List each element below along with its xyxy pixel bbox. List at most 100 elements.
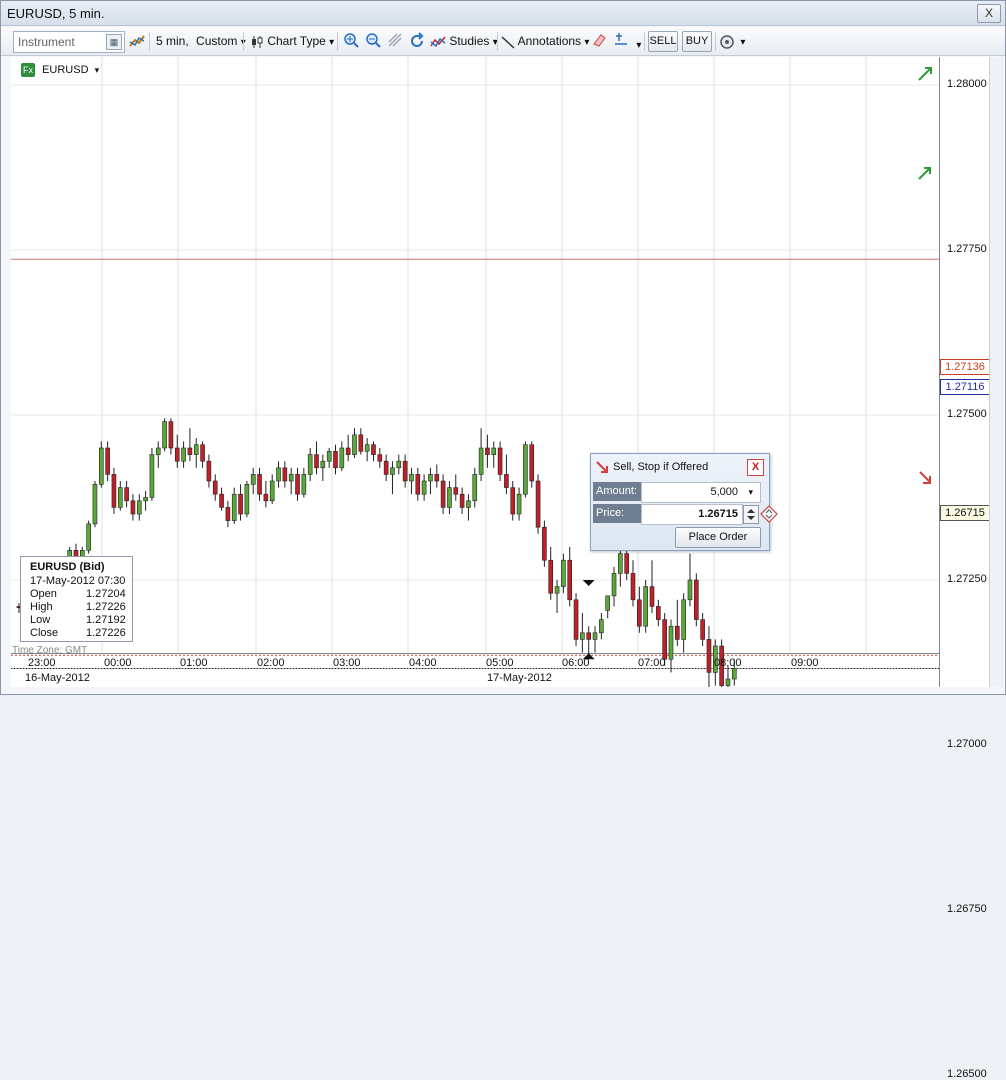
x-axis-tick-label: 23:00 [28,657,56,669]
candle-body [86,523,91,551]
chart-area[interactable] [11,57,1005,687]
chevron-down-icon[interactable]: ▾ [748,483,753,502]
candle-body [681,599,686,640]
zoom-in-icon[interactable] [343,32,359,51]
candle-body [149,454,155,498]
candle-body [409,474,414,482]
candle-body [491,447,497,455]
buy-button[interactable]: BUY [682,31,712,52]
candle-body [358,434,364,452]
trend-up-icon[interactable] [917,66,935,85]
eraser-icon[interactable] [591,32,607,51]
zoom-out-icon[interactable] [365,32,381,51]
candle-body [212,480,218,495]
candle-body [605,595,610,611]
studies-dropdown[interactable]: Studies ▾ [430,32,498,51]
window-title: EURUSD, 5 min. [7,6,105,21]
price-field[interactable]: 1.26715 [641,504,743,525]
candle-body [181,447,186,462]
settings-dropdown[interactable]: ▾ [719,32,745,51]
candle-body [143,497,148,502]
y-axis-tick-label: 1.27750 [947,243,987,255]
order-tool-icon[interactable]: ▾ [613,32,641,51]
candle-body [244,483,250,515]
order-price-marker: 1.26715 [940,505,990,521]
price-stepper[interactable] [743,505,759,524]
instrument-input[interactable]: Instrument ▦ [13,31,125,53]
candle-body [447,487,452,508]
close-icon[interactable]: X [747,459,764,476]
sell-order-icon[interactable] [917,470,935,489]
gear-icon [720,35,734,49]
chevron-down-icon: ▾ [329,37,335,48]
candle-body [263,493,269,502]
drag-handle-icon[interactable] [759,504,779,527]
candle-body [231,493,237,521]
candle-body [415,474,421,495]
ohlc-datetime: 17-May-2012 07:30 [30,575,126,587]
candle-body [592,632,598,640]
instrument-placeholder: Instrument [18,35,75,49]
y-axis-tick-label: 1.27500 [947,408,987,420]
candle-body [459,493,465,508]
candle-body [630,573,636,601]
x-axis-tick-label: 04:00 [409,657,437,669]
ohlc-low-label: Low [30,614,51,626]
annotations-label: Annotations [517,34,582,48]
candle-body [92,483,98,525]
candle-body [124,487,129,502]
amount-value: 5,000 [710,486,738,498]
chart-window: EURUSD, 5 min. X Instrument ▦ 5 min, Cus… [0,0,1006,1080]
chart-type-dropdown[interactable]: Chart Type ▾ [250,32,334,51]
symbol-legend[interactable]: Fx EURUSD ▾ [21,63,99,81]
timeframe-dropdown[interactable]: 5 min, Custom ▾ [156,32,246,51]
candle-body [434,474,440,482]
crosshair-icon[interactable] [387,32,403,51]
timezone-label: Time Zone: GMT [12,645,88,656]
price-value: 1.26715 [698,508,738,520]
candle-body [428,474,433,482]
refresh-icon[interactable] [408,32,426,51]
sell-button[interactable]: SELL [648,31,678,52]
vertical-scrollbar[interactable] [989,57,1004,687]
compare-icon[interactable] [128,32,146,51]
bid-price-marker: 1.27136 [940,359,990,375]
candle-body [168,421,174,449]
candle-body [694,579,699,620]
order-ticket-title: Sell, Stop if Offered [613,461,709,473]
candle-body [561,559,566,587]
candle-body [364,444,370,452]
y-axis-tick-label: 1.26750 [947,903,987,915]
x-axis-tick-label: 09:00 [791,657,819,669]
ohlc-low-value: 1.27192 [86,614,126,626]
amount-label: Amount: [593,482,642,501]
candle-body [98,447,104,485]
order-ticket-header[interactable]: Sell, Stop if Offered X [591,454,769,478]
ohlc-title: EURUSD (Bid) [30,561,105,573]
x-axis-tick-label: 06:00 [562,657,590,669]
y-axis-tick-label: 1.27000 [947,738,987,750]
annotations-dropdown[interactable]: Annotations ▾ [501,32,589,51]
candle-body [542,526,547,561]
price-chart[interactable] [11,57,1005,687]
candle-body [624,553,629,574]
candle-body [535,480,541,528]
close-button[interactable]: X [977,4,1001,23]
x-axis-tick-label: 07:00 [638,657,666,669]
chevron-down-icon[interactable]: ▾ [95,65,100,75]
candle-body [301,474,307,495]
candle-body [725,678,731,686]
amount-field[interactable]: 5,000 ▾ [641,482,761,503]
place-order-button[interactable]: Place Order [675,527,761,548]
candle-body [111,474,117,508]
candle-body [396,460,402,469]
instrument-lookup-icon[interactable]: ▦ [106,34,122,50]
candle-body [643,586,648,627]
candle-body [257,474,262,495]
candle-body [333,450,338,469]
buy-order-icon[interactable] [917,165,935,184]
candle-body [485,447,490,455]
chevron-down-icon: ▾ [584,37,590,48]
candle-body [345,447,351,455]
candle-body [383,460,389,475]
